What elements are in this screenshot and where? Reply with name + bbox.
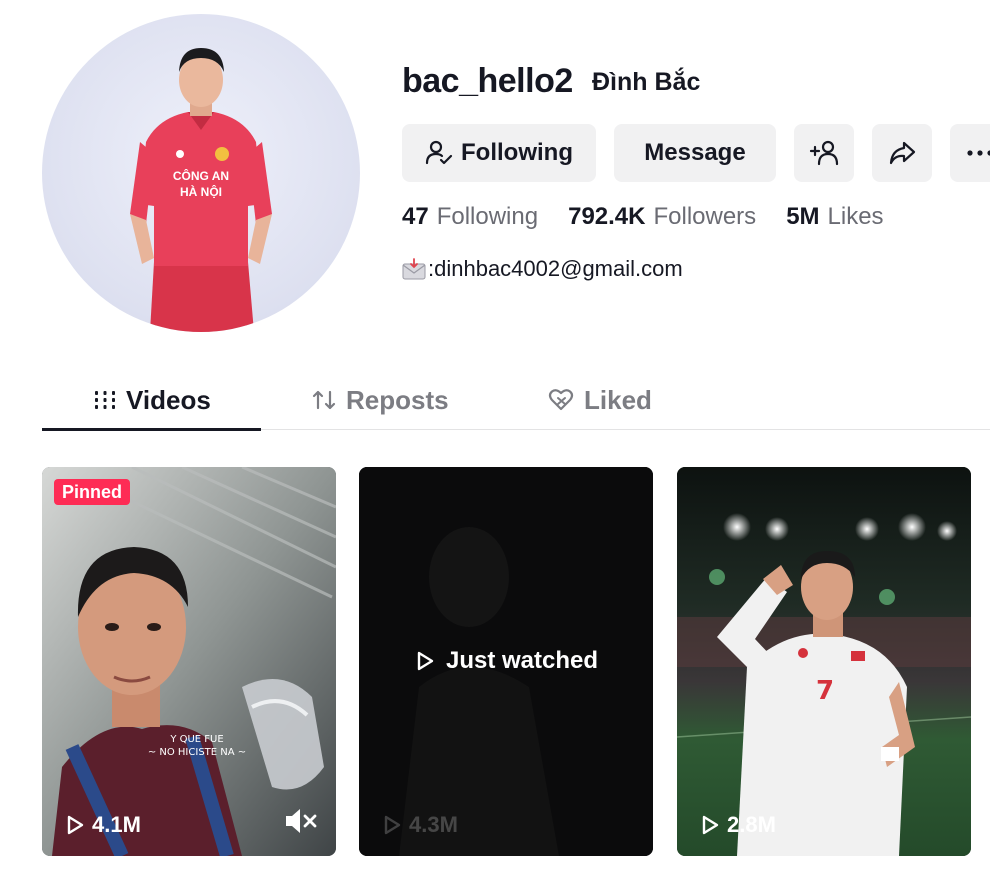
video-caption-line-2: ~ NO HICISTE NA ~ [147,747,247,758]
just-watched-label: Just watched [445,647,599,674]
more-options-button[interactable] [950,124,990,182]
heart-icon [548,389,574,411]
svg-text:7: 7 [816,676,834,706]
video-card[interactable]: Pinned Y QUE FUE ~ NO HICISTE NA ~ 4.1M [42,467,336,856]
add-user-icon [809,140,839,166]
grid-icon [95,391,115,409]
tab-videos-label: Videos [126,384,211,415]
video-card[interactable]: 7 2.8M [677,467,971,856]
view-count-value: 4.1M [92,812,141,837]
stat-following[interactable]: 47 Following [402,203,538,231]
followers-label: Followers [653,203,757,230]
stat-likes: 5M Likes [786,203,883,231]
tab-liked[interactable]: Liked [548,370,652,430]
play-icon [384,815,401,835]
video-thumbnail: 7 [677,467,971,856]
stat-followers[interactable]: 792.4K Followers [568,203,756,231]
suggested-accounts-button[interactable] [794,124,854,182]
user-check-icon [425,140,453,165]
repost-icon [312,390,336,410]
video-caption: Y QUE FUE ~ NO HICISTE NA ~ [137,733,257,759]
profile-stats: 47 Following 792.4K Followers 5M Likes [402,203,884,231]
pinned-badge: Pinned [54,479,131,505]
envelope-icon [402,258,426,280]
view-count: 2.8M [699,812,776,838]
play-icon [702,815,719,835]
following-count: 47 [402,203,429,230]
likes-count: 5M [786,203,820,230]
play-icon [67,815,84,835]
just-watched-overlay: Just watched [359,647,653,675]
jersey-line-2: HÀ NỘI [180,185,222,199]
view-count: 4.3M [381,812,458,838]
nickname: Đình Bắc [592,68,701,96]
following-button[interactable]: Following [402,124,596,182]
play-icon [417,651,434,671]
message-button-label: Message [644,139,746,166]
tab-reposts[interactable]: Reposts [312,370,449,430]
jersey-text: CÔNG AN HÀ NỘI [170,168,232,200]
tab-reposts-label: Reposts [346,384,449,415]
video-card[interactable]: Just watched 4.3M [359,467,653,856]
tab-videos[interactable]: Videos [94,370,211,430]
video-thumbnail [42,467,336,856]
profile-avatar[interactable]: CÔNG AN HÀ NỘI [42,14,360,332]
view-count-value: 2.8M [727,812,776,837]
username: bac_hello2 [402,62,573,100]
mute-icon[interactable] [284,806,318,836]
bio: :dinhbac4002@gmail.com [402,256,683,282]
view-count: 4.1M [64,812,141,838]
active-tab-indicator [42,428,261,431]
followers-count: 792.4K [568,203,646,230]
bio-text: :dinhbac4002@gmail.com [428,256,683,281]
more-icon [967,150,990,156]
likes-label: Likes [827,203,884,230]
message-button[interactable]: Message [614,124,776,182]
view-count-value: 4.3M [409,812,458,837]
share-button[interactable] [872,124,932,182]
share-icon [889,141,916,165]
tab-liked-label: Liked [584,384,652,415]
following-button-label: Following [461,139,573,166]
jersey-line-1: CÔNG AN [172,169,230,183]
video-caption-line-1: Y QUE FUE [170,734,224,745]
profile-tabs: Videos Reposts Liked [42,370,990,431]
following-label: Following [436,203,539,230]
